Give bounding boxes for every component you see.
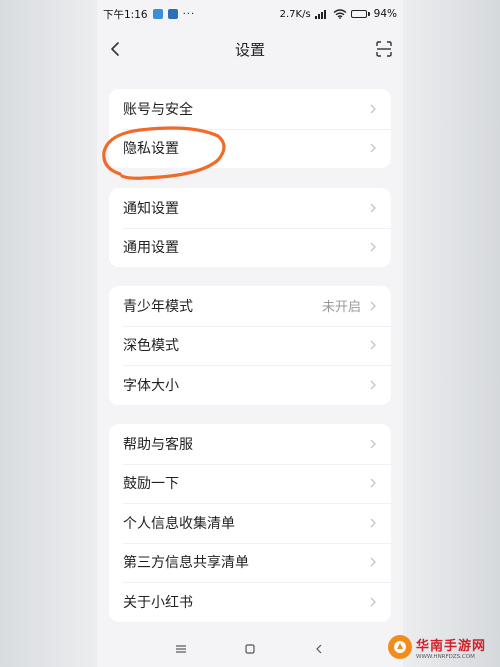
- settings-item-label: 深色模式: [123, 338, 179, 355]
- site-watermark: 华南手游网 WWW.HNRFDZS.COM: [388, 630, 496, 664]
- settings-item-dark-mode[interactable]: 深色模式: [109, 325, 391, 366]
- chevron-right-icon: [370, 557, 376, 567]
- settings-item-label: 鼓励一下: [123, 476, 179, 493]
- status-bar: 下午1:16 ··· 2.7K/s 94%: [97, 0, 403, 28]
- chevron-right-icon: [370, 597, 376, 607]
- settings-item-label: 账号与安全: [123, 101, 193, 118]
- settings-item-label: 帮助与客服: [123, 436, 193, 453]
- chevron-right-icon: [370, 242, 376, 252]
- settings-item-font-size[interactable]: 字体大小: [109, 365, 391, 405]
- settings-item-label: 个人信息收集清单: [123, 515, 235, 532]
- watermark-logo-icon: [388, 635, 412, 659]
- watermark-title: 华南手游网: [416, 638, 487, 654]
- phone-screen: 下午1:16 ··· 2.7K/s 94% 设置 账号与安全 隐私设置 通知设置…: [97, 0, 403, 667]
- settings-item-privacy[interactable]: 隐私设置: [109, 128, 391, 169]
- settings-item-label: 青少年模式: [123, 298, 193, 315]
- settings-item-general[interactable]: 通用设置: [109, 227, 391, 268]
- battery-percentage: 94%: [373, 8, 397, 20]
- settings-group-account: 账号与安全 隐私设置: [109, 89, 391, 168]
- signal-icon: [314, 10, 326, 19]
- navigation-header: 设置: [97, 32, 403, 66]
- settings-item-label: 关于小红书: [123, 594, 193, 611]
- battery-icon: [350, 10, 370, 18]
- chevron-right-icon: [370, 478, 376, 488]
- page-title: 设置: [234, 40, 265, 59]
- settings-item-label: 通用设置: [123, 240, 179, 257]
- home-icon[interactable]: [244, 643, 256, 655]
- chevron-right-icon: [370, 340, 376, 350]
- settings-item-notifications[interactable]: 通知设置: [109, 188, 391, 228]
- wifi-icon: [333, 9, 347, 19]
- settings-group-general: 通知设置 通用设置: [109, 188, 391, 267]
- settings-group-display: 青少年模式 未开启 深色模式 字体大小: [109, 286, 391, 405]
- settings-item-personal-info-list[interactable]: 个人信息收集清单: [109, 503, 391, 543]
- notification-app-icon-2: [167, 9, 178, 19]
- chevron-right-icon: [370, 143, 376, 153]
- settings-item-third-party-list[interactable]: 第三方信息共享清单: [109, 542, 391, 583]
- settings-item-help[interactable]: 帮助与客服: [109, 424, 391, 464]
- chevron-right-icon: [370, 439, 376, 449]
- settings-item-label: 第三方信息共享清单: [123, 555, 249, 572]
- settings-item-label: 字体大小: [123, 377, 179, 394]
- watermark-subtitle: WWW.HNRFDZS.COM: [416, 653, 475, 660]
- system-navigation-bar: [97, 631, 403, 667]
- more-notifications-indicator: ···: [182, 8, 196, 20]
- chevron-right-icon: [370, 518, 376, 528]
- settings-item-encourage[interactable]: 鼓励一下: [109, 463, 391, 504]
- status-time: 下午1:16: [103, 8, 148, 21]
- settings-item-label: 通知设置: [123, 200, 179, 217]
- settings-item-about[interactable]: 关于小红书: [109, 582, 391, 622]
- teen-mode-status: 未开启: [321, 300, 361, 316]
- back-nav-icon[interactable]: [313, 643, 325, 655]
- notification-app-icon: [152, 9, 163, 19]
- settings-item-label: 隐私设置: [123, 141, 179, 158]
- settings-item-account-security[interactable]: 账号与安全: [109, 89, 391, 129]
- settings-group-about: 帮助与客服 鼓励一下 个人信息收集清单 第三方信息共享清单 关于小红书: [109, 424, 391, 622]
- network-speed: 2.7K/s: [279, 8, 311, 20]
- settings-item-teen-mode[interactable]: 青少年模式 未开启: [109, 286, 391, 326]
- chevron-right-icon: [370, 203, 376, 213]
- menu-icon[interactable]: [175, 644, 187, 654]
- chevron-right-icon: [370, 380, 376, 390]
- scan-icon[interactable]: [375, 40, 393, 58]
- back-icon[interactable]: [107, 40, 125, 58]
- chevron-right-icon: [370, 104, 376, 114]
- chevron-right-icon: [370, 301, 376, 311]
